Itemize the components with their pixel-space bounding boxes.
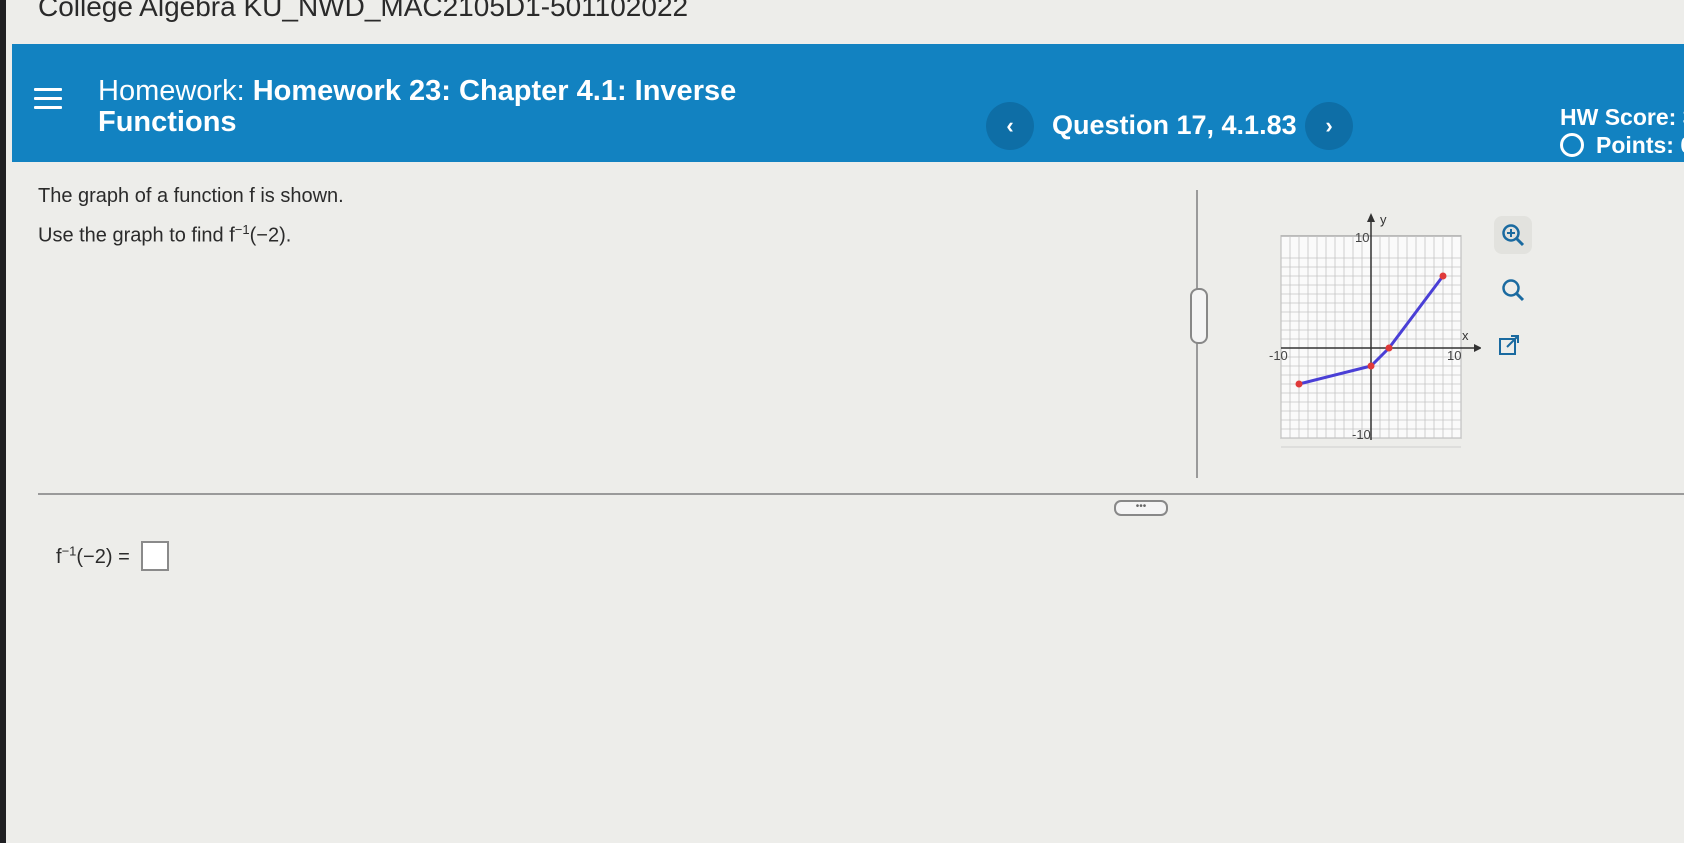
points-label: Points: 0 — [1596, 132, 1684, 158]
x-max-tick-label: 10 — [1447, 348, 1461, 363]
menu-icon[interactable] — [34, 88, 62, 114]
answer-lhs-sup: −1 — [61, 543, 77, 559]
popout-button[interactable] — [1490, 326, 1528, 364]
screen: College Algebra KU_NWD_MAC2105D1-5011020… — [6, 0, 1684, 843]
y-axis-label: y — [1380, 212, 1387, 227]
function-graph: y x 10 -10 -10 10 — [1269, 212, 1481, 448]
question-prompt: The graph of a function f is shown. Use … — [38, 180, 344, 253]
points-circle-icon — [1560, 133, 1584, 157]
x-min-tick-label: -10 — [1269, 348, 1288, 363]
function-point — [1439, 272, 1447, 280]
course-title: College Algebra KU_NWD_MAC2105D1-5011020… — [38, 0, 689, 22]
zoom-in-icon — [1502, 224, 1525, 247]
function-point — [1367, 362, 1375, 370]
horizontal-divider — [38, 493, 1684, 495]
zoom-out-icon — [1502, 279, 1525, 302]
homework-title-prefix: Homework: — [98, 75, 245, 107]
previous-question-button[interactable]: ‹ — [986, 102, 1034, 150]
answer-row: f−1(−2) = — [56, 541, 170, 571]
function-point — [1295, 380, 1303, 388]
x-axis-label: x — [1462, 328, 1469, 343]
chevron-left-icon: ‹ — [1006, 113, 1014, 138]
hw-score: HW Score: 3 — [1560, 104, 1684, 130]
next-question-button[interactable]: › — [1305, 102, 1353, 150]
y-min-tick-label: -10 — [1352, 427, 1371, 442]
vertical-resize-handle[interactable] — [1190, 288, 1208, 344]
question-line-2-sup: −1 — [234, 222, 250, 237]
question-line-2-before: Use the graph to find f — [38, 224, 235, 247]
y-max-tick-label: 10 — [1355, 230, 1369, 245]
question-line-2: Use the graph to find f−1(−2). — [38, 213, 344, 253]
function-point — [1385, 344, 1393, 352]
question-line-1: The graph of a function f is shown. — [38, 185, 344, 207]
homework-title: Homework: Homework 23: Chapter 4.1: Inve… — [98, 76, 788, 138]
points: Points: 0 — [1560, 132, 1684, 159]
answer-lhs-rest: (−2) = — [76, 546, 130, 568]
zoom-in-button[interactable] — [1494, 216, 1532, 254]
answer-input[interactable] — [141, 541, 170, 571]
popout-icon — [1499, 335, 1519, 355]
horizontal-resize-handle[interactable]: ••• — [1114, 500, 1168, 516]
question-line-2-after: (−2). — [249, 224, 292, 247]
chevron-right-icon: › — [1325, 113, 1333, 138]
assignment-header: Homework: Homework 23: Chapter 4.1: Inve… — [12, 44, 1684, 162]
question-label: Question 17, 4.1.83 — [1052, 110, 1297, 140]
zoom-out-button[interactable] — [1494, 271, 1532, 309]
